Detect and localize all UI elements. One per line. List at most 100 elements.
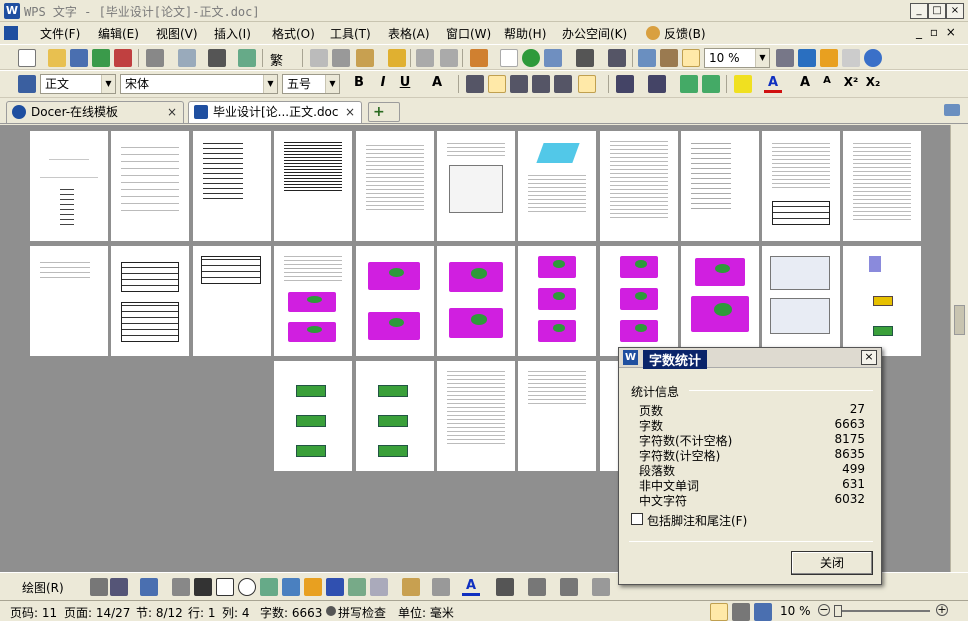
help-icon[interactable] [864, 49, 882, 67]
line-spacing-icon[interactable] [578, 75, 596, 93]
new-tab-button[interactable]: + [368, 102, 400, 122]
style-combo[interactable]: 正文 ▼ [40, 74, 116, 94]
image-icon[interactable] [370, 578, 388, 596]
print-icon[interactable] [146, 49, 164, 67]
bold-button[interactable]: B [350, 75, 368, 90]
menu-edit[interactable]: 编辑(E) [98, 25, 139, 42]
page-thumbnail[interactable] [762, 131, 840, 241]
menu-format[interactable]: 格式(O) [272, 25, 315, 42]
wordart-icon[interactable] [326, 578, 344, 596]
columns-icon[interactable] [576, 49, 594, 67]
page-thumbnail[interactable] [193, 246, 271, 356]
arrow-icon[interactable] [194, 578, 212, 596]
close-button[interactable]: 关闭 [791, 551, 873, 575]
page-view-icon[interactable] [710, 603, 728, 621]
task-pane-icon[interactable] [944, 104, 960, 116]
rotate-icon[interactable] [110, 578, 128, 596]
menu-window[interactable]: 窗口(W) [446, 25, 491, 42]
close-icon[interactable]: × [861, 350, 877, 365]
table-icon[interactable] [544, 49, 562, 67]
page-thumbnail[interactable] [356, 131, 434, 241]
page-thumbnail[interactable] [518, 131, 596, 241]
shadow-icon[interactable] [592, 578, 610, 596]
distributed-icon[interactable] [554, 75, 572, 93]
style-icon[interactable] [18, 75, 36, 93]
menu-file[interactable]: 文件(F) [40, 25, 80, 42]
page-thumbnail[interactable] [437, 131, 515, 241]
dash-style-icon[interactable] [528, 578, 546, 596]
zoom-out-icon[interactable]: − [818, 604, 830, 616]
superscript-button[interactable]: X² [840, 75, 862, 89]
line-icon[interactable] [172, 578, 190, 596]
chevron-down-icon[interactable]: ▼ [263, 75, 277, 93]
italic-button[interactable]: I [374, 75, 392, 90]
font-color-button[interactable]: A [764, 75, 782, 93]
find-icon[interactable] [776, 49, 794, 67]
underline-button[interactable]: U [396, 75, 414, 90]
draw-font-color-button[interactable]: A [462, 578, 480, 596]
table-insert-icon[interactable] [470, 49, 488, 67]
formula-icon[interactable] [500, 49, 518, 67]
clipart-icon[interactable] [304, 578, 322, 596]
align-left-icon[interactable] [466, 75, 484, 93]
subscript-button[interactable]: X₂ [862, 75, 884, 89]
menu-office-space[interactable]: 办公空间(K) [562, 25, 627, 42]
status-spellcheck[interactable]: 拼写检查 [338, 604, 386, 621]
justify-icon[interactable] [532, 75, 550, 93]
page-thumbnail[interactable] [843, 131, 921, 241]
page-thumbnail[interactable] [356, 246, 434, 356]
line-color-icon[interactable] [432, 578, 450, 596]
page-thumbnail[interactable] [762, 246, 840, 356]
page-thumbnail[interactable] [30, 131, 108, 241]
fill-color-icon[interactable] [402, 578, 420, 596]
open-icon[interactable] [48, 49, 66, 67]
skin-icon[interactable] [842, 49, 860, 67]
close-icon[interactable]: × [345, 102, 355, 122]
undo-icon[interactable] [416, 49, 434, 67]
rectangle-icon[interactable] [216, 578, 234, 596]
print-preview-icon[interactable] [178, 49, 196, 67]
close-button[interactable]: × [946, 3, 964, 19]
format-painter-icon[interactable] [388, 49, 406, 67]
pdf-icon[interactable] [114, 49, 132, 67]
page-thumbnail[interactable] [193, 131, 271, 241]
menu-view[interactable]: 视图(V) [156, 25, 198, 42]
traditional-chinese-button[interactable]: 繁 [270, 50, 283, 69]
page-thumbnail[interactable] [843, 246, 921, 356]
new-icon[interactable] [18, 49, 36, 67]
page-thumbnail[interactable] [518, 246, 596, 356]
zoom-in-icon[interactable]: + [936, 604, 948, 616]
copy-icon[interactable] [310, 49, 328, 67]
vertical-scrollbar[interactable] [950, 125, 968, 572]
doc-icon[interactable] [4, 26, 18, 40]
redo-icon[interactable] [440, 49, 458, 67]
spellcheck-icon[interactable] [208, 49, 226, 67]
dialog-title-bar[interactable]: W 字数统计 × [619, 348, 881, 369]
page-thumbnail[interactable] [437, 246, 515, 356]
draw-menu[interactable]: 绘图(R) [22, 579, 64, 596]
grow-font-button[interactable]: A [796, 75, 814, 90]
menu-feedback[interactable]: 反馈(B) [664, 25, 706, 42]
menu-help[interactable]: 帮助(H) [504, 25, 546, 42]
save-icon[interactable] [70, 49, 88, 67]
zoom-slider[interactable] [834, 610, 930, 612]
menu-tools[interactable]: 工具(T) [330, 25, 371, 42]
page-thumbnail[interactable] [600, 131, 678, 241]
include-footnotes-label[interactable]: 包括脚注和尾注(F) [647, 512, 747, 529]
textbox-icon[interactable] [260, 578, 278, 596]
tab-docer[interactable]: Docer-在线模板 × [6, 101, 184, 123]
line-style-icon[interactable] [496, 578, 514, 596]
page-thumbnail[interactable] [274, 131, 352, 241]
align-right-icon[interactable] [510, 75, 528, 93]
page-thumbnail[interactable] [111, 131, 189, 241]
page-thumbnail[interactable] [30, 246, 108, 356]
minimize-button[interactable]: _ [910, 3, 928, 19]
menu-table[interactable]: 表格(A) [388, 25, 430, 42]
increase-indent-icon[interactable] [702, 75, 720, 93]
chevron-down-icon[interactable]: ▼ [101, 75, 115, 93]
size-combo[interactable]: 五号 ▼ [282, 74, 340, 94]
page-thumbnail[interactable] [518, 361, 596, 471]
zoom-slider-thumb[interactable] [834, 605, 842, 617]
vertical-textbox-icon[interactable] [282, 578, 300, 596]
send-icon[interactable] [92, 49, 110, 67]
